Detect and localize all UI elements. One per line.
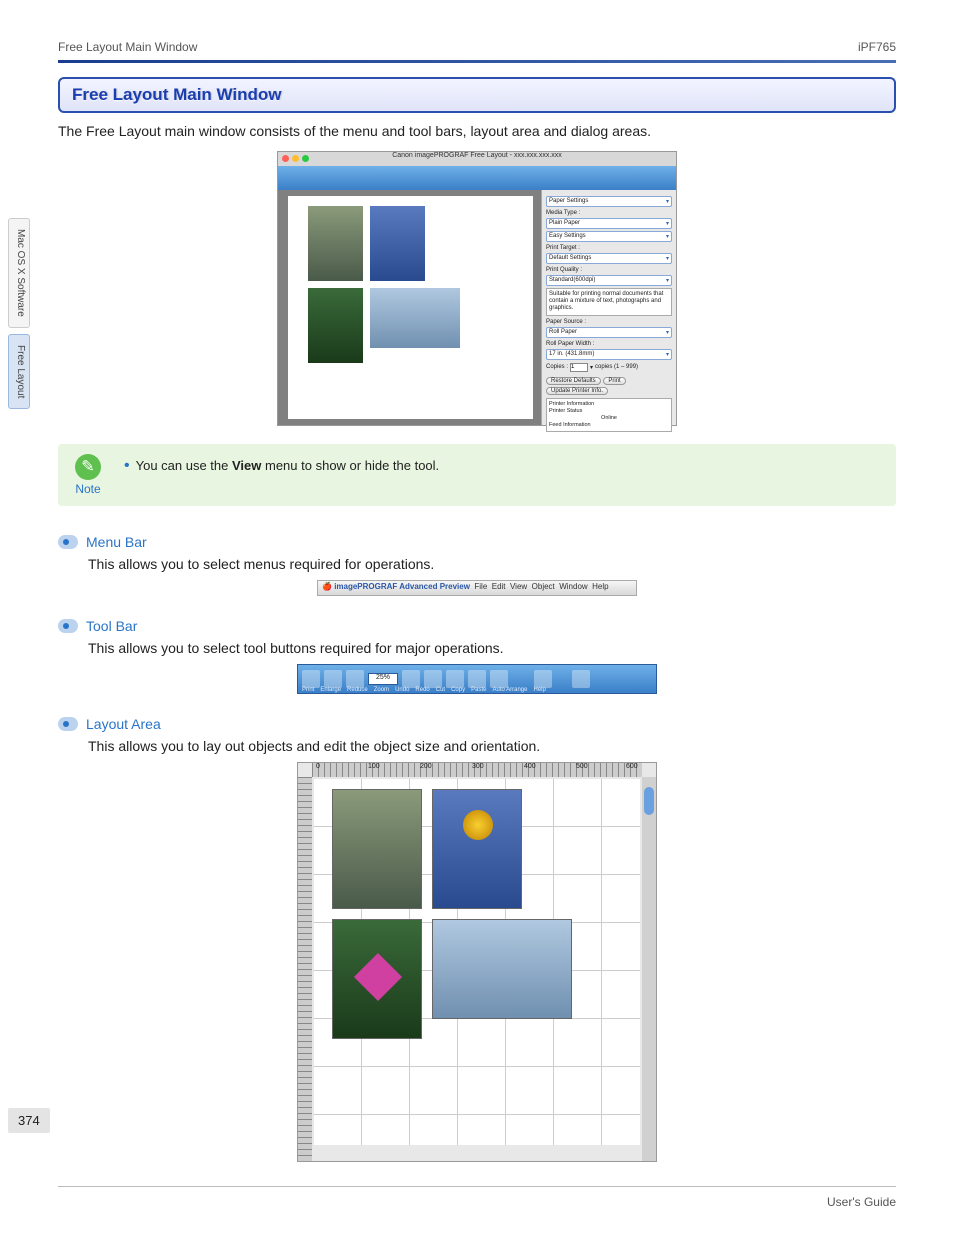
restore-defaults-button[interactable]: Restore Defaults — [546, 377, 601, 385]
media-type-dropdown[interactable]: Plain Paper▾ — [546, 218, 672, 229]
toolbar — [278, 166, 676, 190]
print-target-dropdown[interactable]: Default Settings▾ — [546, 253, 672, 264]
roll-width-label: Roll Paper Width : — [546, 341, 672, 347]
tool-bar-screenshot: 25% Print Enlarge Reduce Zoom Undo Redo … — [297, 664, 657, 694]
layout-object[interactable] — [332, 919, 422, 1039]
copy-icon[interactable] — [468, 670, 486, 688]
dialog-panel: Paper Settings▾ Media Type : Plain Paper… — [541, 190, 676, 425]
tool-bar-heading: Tool Bar — [86, 618, 137, 634]
print-icon[interactable] — [302, 670, 320, 688]
footer-divider — [58, 1186, 896, 1187]
header-divider — [58, 60, 896, 63]
easy-settings-dropdown[interactable]: Easy Settings▾ — [546, 231, 672, 242]
paper-settings-dropdown[interactable]: Paper Settings▾ — [546, 196, 672, 207]
vertical-ruler — [298, 777, 312, 1161]
header-left: Free Layout Main Window — [58, 40, 197, 54]
print-target-label: Print Target : — [546, 245, 672, 251]
note-icon — [75, 454, 101, 480]
layout-area-desc: This allows you to lay out objects and e… — [88, 738, 896, 754]
print-quality-dropdown[interactable]: Standard(600dpi)▾ — [546, 275, 672, 286]
footer-text: User's Guide — [58, 1195, 896, 1233]
window-title: Canon imagePROGRAF Free Layout - xxx.xxx… — [392, 152, 562, 159]
undo-icon[interactable] — [402, 670, 420, 688]
layout-object[interactable] — [370, 206, 425, 281]
section-title: Free Layout Main Window — [72, 85, 882, 105]
paper-source-label: Paper Source : — [546, 319, 672, 325]
layout-object[interactable] — [370, 288, 460, 348]
note-label: Note — [75, 482, 100, 496]
layout-area-heading: Layout Area — [86, 716, 161, 732]
copies-range: copies (1 – 999) — [595, 364, 638, 370]
bullet-oval-icon — [58, 619, 78, 633]
horizontal-ruler: 0 100 200 300 400 500 600 — [312, 763, 642, 777]
intro-text: The Free Layout main window consists of … — [58, 123, 896, 139]
tool-bar-desc: This allows you to select tool buttons r… — [88, 640, 896, 656]
minimize-icon[interactable] — [292, 155, 299, 162]
copies-input[interactable] — [570, 363, 588, 372]
zoom-icon[interactable] — [302, 155, 309, 162]
vertical-scrollbar[interactable] — [642, 777, 656, 1147]
layout-canvas[interactable] — [314, 779, 640, 1145]
bullet-oval-icon — [58, 717, 78, 731]
help-icon[interactable] — [572, 670, 590, 688]
menu-bar-heading: Menu Bar — [86, 534, 147, 550]
bullet-oval-icon — [58, 535, 78, 549]
menu-bar-screenshot: 🍎 imagePROGRAF Advanced Preview File Edi… — [317, 580, 637, 596]
close-icon[interactable] — [282, 155, 289, 162]
print-quality-label: Print Quality : — [546, 267, 672, 273]
layout-area-screenshot: 0 100 200 300 400 500 600 — [297, 762, 657, 1162]
layout-area-preview[interactable] — [278, 190, 541, 425]
layout-object[interactable] — [308, 206, 363, 281]
media-type-label: Media Type : — [546, 210, 672, 216]
cut-icon[interactable] — [446, 670, 464, 688]
update-printer-info-button[interactable]: Update Printer Info. — [546, 387, 608, 395]
paper-source-dropdown[interactable]: Roll Paper▾ — [546, 327, 672, 338]
free-layout-window-screenshot: Canon imagePROGRAF Free Layout - xxx.xxx… — [277, 151, 677, 426]
layout-object[interactable] — [432, 789, 522, 909]
header-right: iPF765 — [858, 40, 896, 54]
copies-stepper[interactable]: ▾ — [590, 364, 593, 371]
auto-arrange-icon[interactable] — [534, 670, 552, 688]
roll-width-dropdown[interactable]: 17 in. (431.8mm)▾ — [546, 349, 672, 360]
enlarge-icon[interactable] — [324, 670, 342, 688]
printer-info-box: Printer Information Printer Status Onlin… — [546, 398, 672, 433]
bullet-icon: • — [124, 458, 130, 474]
note-block: Note • You can use the View menu to show… — [58, 444, 896, 506]
print-button[interactable]: Print — [603, 377, 625, 385]
redo-icon[interactable] — [424, 670, 442, 688]
zoom-field[interactable]: 25% — [368, 673, 398, 685]
reduce-icon[interactable] — [346, 670, 364, 688]
quality-description: Suitable for printing normal documents t… — [546, 288, 672, 316]
layout-object[interactable] — [432, 919, 572, 1019]
note-text: You can use the View menu to show or hid… — [136, 458, 440, 473]
layout-object[interactable] — [308, 288, 363, 363]
menu-bar-desc: This allows you to select menus required… — [88, 556, 896, 572]
copies-label: Copies : — [546, 364, 568, 370]
layout-object[interactable] — [332, 789, 422, 909]
paste-icon[interactable] — [490, 670, 508, 688]
section-title-box: Free Layout Main Window — [58, 77, 896, 113]
scrollbar-thumb[interactable] — [644, 787, 654, 815]
scrollbar-arrows[interactable] — [642, 1133, 656, 1161]
